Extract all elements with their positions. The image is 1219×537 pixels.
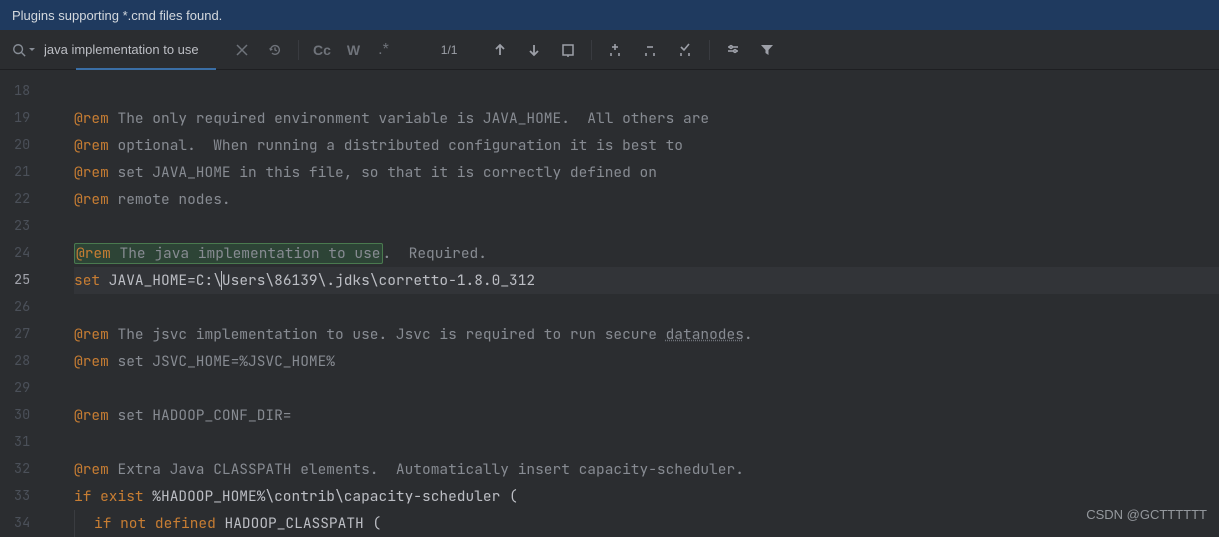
code-line: @rem set JSVC_HOME=%JSVC_HOME% (74, 348, 1219, 375)
plugin-banner-text: Plugins supporting *.cmd files found. (12, 8, 222, 23)
whole-words-button[interactable]: W (341, 38, 366, 62)
remove-selection-icon[interactable] (635, 36, 666, 63)
line-number: 26 (14, 294, 30, 321)
line-number: 29 (14, 375, 30, 402)
select-all-occurrences-icon[interactable] (670, 36, 701, 63)
code-line: @rem optional. When running a distribute… (74, 132, 1219, 159)
filter-options-icon[interactable] (718, 37, 748, 63)
prev-match-icon[interactable] (485, 37, 515, 63)
code-line-current: set JAVA_HOME=C:\Users\86139\.jdks\corre… (74, 267, 1219, 294)
search-icon[interactable] (8, 43, 40, 57)
code-line: @rem Extra Java CLASSPATH elements. Auto… (74, 456, 1219, 483)
code-line: @rem The only required environment varia… (74, 105, 1219, 132)
line-number: 21 (14, 159, 30, 186)
line-number: 33 (14, 483, 30, 510)
code-line (74, 78, 1219, 105)
select-all-icon[interactable] (553, 37, 583, 63)
line-number: 18 (14, 78, 30, 105)
close-search-icon[interactable] (228, 38, 256, 62)
separator (709, 40, 710, 60)
search-toolbar: Cc W .* 1/1 (0, 30, 1219, 70)
match-case-button[interactable]: Cc (307, 38, 337, 62)
code-editor[interactable]: 18 19 20 21 22 23 24 25 26 27 28 29 30 3… (0, 70, 1219, 528)
code-line (74, 213, 1219, 240)
code-line (74, 429, 1219, 456)
line-number: 34 (14, 510, 30, 537)
code-line: if exist %HADOOP_HOME%\contrib\capacity-… (74, 483, 1219, 510)
line-number: 32 (14, 456, 30, 483)
line-number: 28 (14, 348, 30, 375)
search-input[interactable] (44, 38, 224, 61)
separator (298, 40, 299, 60)
code-line: @rem The jsvc implementation to use. Jsv… (74, 321, 1219, 348)
line-number: 19 (14, 105, 30, 132)
code-line: @rem set JAVA_HOME in this file, so that… (74, 159, 1219, 186)
code-line: @rem remote nodes. (74, 186, 1219, 213)
code-area[interactable]: @rem The only required environment varia… (44, 70, 1219, 528)
history-icon[interactable] (260, 37, 290, 63)
line-number: 22 (14, 186, 30, 213)
match-count: 1/1 (401, 43, 482, 57)
plugin-banner: Plugins supporting *.cmd files found. (0, 0, 1219, 30)
line-number: 23 (14, 213, 30, 240)
search-match-highlight: @rem The java implementation to use (74, 243, 383, 264)
line-number: 27 (14, 321, 30, 348)
code-line: @rem set HADOOP_CONF_DIR= (74, 402, 1219, 429)
line-number: 24 (14, 240, 30, 267)
line-number: 20 (14, 132, 30, 159)
separator (591, 40, 592, 60)
line-number: 30 (14, 402, 30, 429)
code-line: if not defined HADOOP_CLASSPATH ( (74, 510, 1219, 537)
code-line (74, 294, 1219, 321)
next-match-icon[interactable] (519, 37, 549, 63)
line-number: 25 (14, 267, 30, 294)
funnel-filter-icon[interactable] (752, 37, 782, 63)
regex-button[interactable]: .* (370, 37, 397, 63)
line-gutter: 18 19 20 21 22 23 24 25 26 27 28 29 30 3… (0, 70, 44, 528)
watermark: CSDN @GCTTTTTT (1086, 507, 1207, 522)
line-number: 31 (14, 429, 30, 456)
code-line (74, 375, 1219, 402)
add-selection-icon[interactable] (600, 36, 631, 63)
code-line: @rem The java implementation to use. Req… (74, 240, 1219, 267)
